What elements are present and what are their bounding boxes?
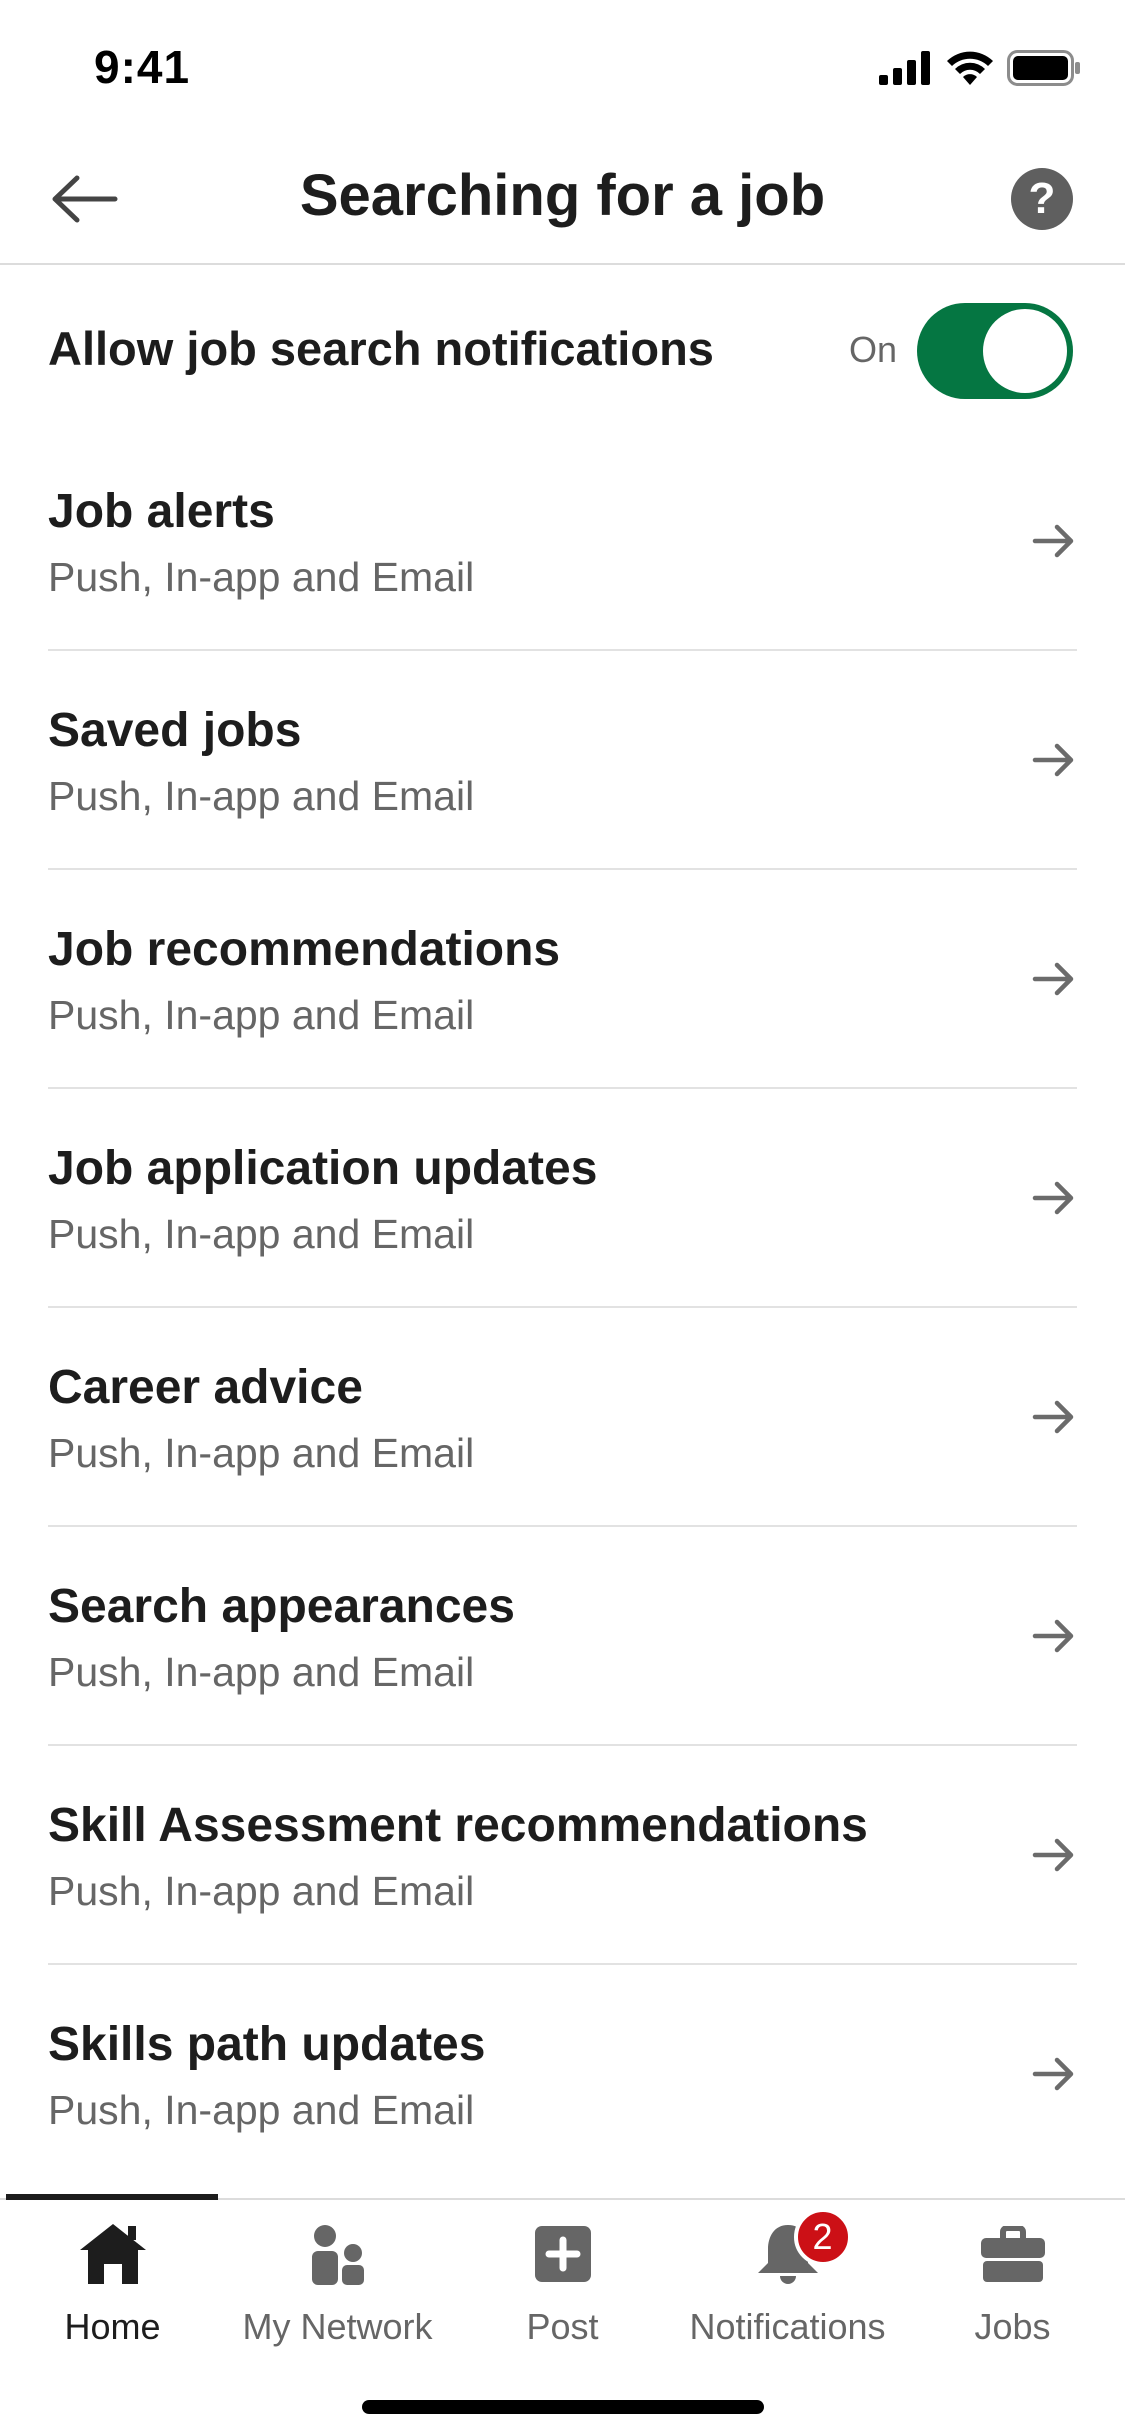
setting-title: Skill Assessment recommendations [48,1799,868,1852]
nav-label: Post [526,2306,599,2347]
setting-subtitle: Push, In-app and Email [48,2087,475,2133]
setting-subtitle: Push, In-app and Email [48,773,475,819]
people-icon [298,2214,378,2294]
nav-home[interactable]: Home [0,2214,225,2364]
setting-subtitle: Push, In-app and Email [48,992,475,1038]
nav-label: Jobs [974,2306,1051,2347]
plus-square-icon [523,2214,603,2294]
setting-subtitle: Push, In-app and Email [48,1649,475,1695]
setting-title: Job application updates [48,1142,598,1195]
arrow-right-icon [1032,1400,1074,1434]
status-time: 9:41 [94,41,191,93]
bell-icon: 2 [748,2208,852,2294]
arrow-right-icon [1032,1838,1074,1872]
arrow-right-icon [1032,743,1074,777]
arrow-right-icon [1032,524,1074,558]
setting-title: Job recommendations [48,923,561,976]
home-icon [73,2214,153,2294]
setting-item-job-application-updates[interactable]: Job application updates Push, In-app and… [48,1089,1077,1308]
help-button[interactable]: ? [1011,168,1073,230]
nav-label: Notifications [689,2306,886,2347]
page-title: Searching for a job [299,163,826,228]
battery-icon [1007,50,1080,86]
home-indicator[interactable] [362,2400,764,2414]
notification-count-badge: 2 [793,2208,852,2266]
setting-item-job-alerts[interactable]: Job alerts Push, In-app and Email [48,432,1077,651]
top-app-bar: Searching for a job ? [0,132,1125,265]
nav-label: Home [64,2306,161,2347]
nav-label: My Network [242,2306,433,2347]
setting-title: Career advice [48,1361,363,1414]
setting-subtitle: Push, In-app and Email [48,1868,475,1914]
setting-subtitle: Push, In-app and Email [48,1430,475,1476]
nav-my-network[interactable]: My Network [225,2214,450,2364]
setting-title: Saved jobs [48,704,302,757]
nav-notifications[interactable]: 2 Notifications [675,2208,900,2364]
nav-post[interactable]: Post [450,2214,675,2364]
status-bar: 9:41 [0,0,1125,132]
setting-item-career-advice[interactable]: Career advice Push, In-app and Email [48,1308,1077,1527]
setting-title: Job alerts [48,485,275,538]
setting-title: Skills path updates [48,2018,486,2071]
setting-subtitle: Push, In-app and Email [48,1211,475,1257]
setting-item-job-recommendations[interactable]: Job recommendations Push, In-app and Ema… [48,870,1077,1089]
job-search-notifications-row: Allow job search notifications On [0,265,1125,433]
active-tab-indicator [6,2194,218,2200]
arrow-right-icon [1032,962,1074,996]
status-icons [879,50,1081,86]
arrow-right-icon [1032,1619,1074,1653]
toggle-state-text: On [848,329,897,370]
help-icon: ? [1028,174,1056,223]
nav-jobs[interactable]: Jobs [900,2214,1125,2364]
setting-item-search-appearances[interactable]: Search appearances Push, In-app and Emai… [48,1527,1077,1746]
toggle-label: Allow job search notifications [48,322,714,375]
arrow-right-icon [1032,1181,1074,1215]
setting-item-skill-assessment-recommendations[interactable]: Skill Assessment recommendations Push, I… [48,1746,1077,1965]
notification-settings-list: Job alerts Push, In-app and Email Saved … [0,432,1125,2184]
setting-item-skills-path-updates[interactable]: Skills path updates Push, In-app and Ema… [48,1965,1077,2184]
wifi-icon [947,51,993,85]
job-search-notifications-toggle[interactable] [917,303,1073,399]
briefcase-icon [973,2214,1053,2294]
cellular-signal-icon [879,51,930,85]
arrow-right-icon [1032,2057,1074,2091]
setting-subtitle: Push, In-app and Email [48,554,475,600]
setting-item-saved-jobs[interactable]: Saved jobs Push, In-app and Email [48,651,1077,870]
setting-title: Search appearances [48,1580,515,1633]
toggle-knob [983,309,1067,393]
